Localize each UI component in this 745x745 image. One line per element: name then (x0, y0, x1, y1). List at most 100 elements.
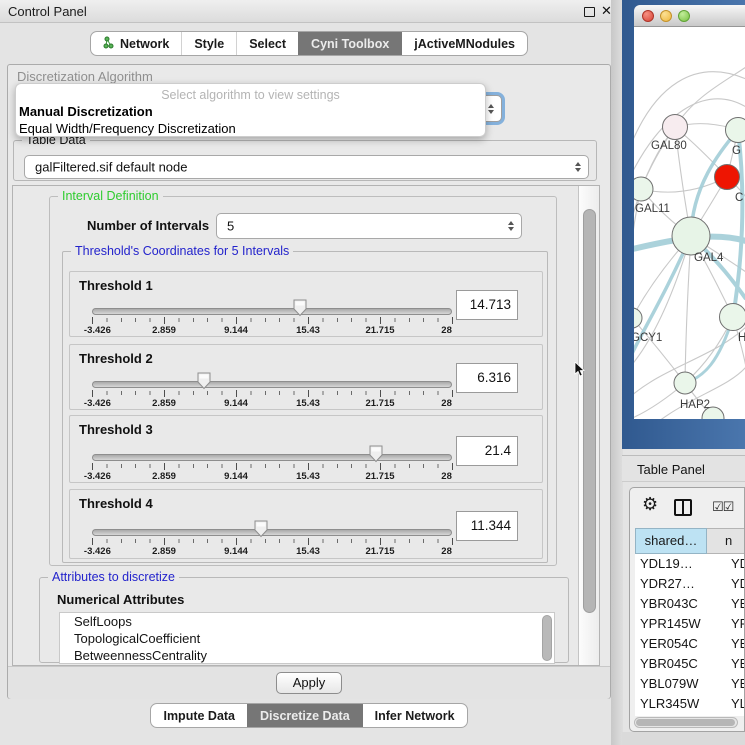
node-label: GAL80 (651, 140, 687, 152)
float-window-icon[interactable] (584, 7, 595, 17)
tick-label: 9.144 (224, 471, 248, 482)
slider-track[interactable] (92, 308, 452, 315)
table-row[interactable]: YBL079WYBL0 (635, 674, 745, 694)
network-graph: GAL80 G C GAL11 GAL4 GCY1 H HAP2 (634, 27, 745, 419)
node-label: GAL4 (694, 252, 724, 264)
threshold-1-slider[interactable]: -3.426 2.859 9.144 15.43 21.715 28 (92, 302, 452, 336)
settings-scrollpane: Interval Definition Number of Intervals … (12, 185, 600, 666)
table-hscrollbar-track[interactable] (634, 717, 738, 728)
tick (308, 317, 309, 324)
table-row[interactable]: YPR145WYPR1 (635, 614, 745, 634)
combobox-arrows-icon (488, 104, 494, 114)
list-item[interactable]: TopologicalCoefficient (60, 630, 554, 647)
table-row[interactable]: YIL052CYIL0 (635, 714, 745, 716)
tick-label: 28 (441, 546, 452, 557)
checkbox-columns-icon[interactable]: ☑☑ (712, 499, 733, 515)
slider-thumb[interactable] (254, 520, 268, 538)
apply-button[interactable]: Apply (276, 672, 342, 694)
tab-discretize-data[interactable]: Discretize Data (247, 704, 362, 727)
cell: YBR0 (707, 594, 745, 614)
tab-select[interactable]: Select (236, 32, 298, 55)
bottom-tab-group: Impute Data Discretize Data Infer Networ… (150, 703, 467, 728)
network-window-titlebar[interactable] (634, 5, 745, 27)
gear-icon[interactable]: ⚙ (642, 495, 658, 513)
slider-track[interactable] (92, 529, 452, 536)
node-gal80[interactable] (663, 115, 688, 140)
threshold-2-value-field[interactable]: 6.316 (456, 363, 518, 393)
threshold-4-slider[interactable]: -3.426 2.859 9.144 15.43 21.715 28 (92, 523, 452, 557)
settings-scrollbar-track[interactable] (578, 186, 600, 665)
node-hap2[interactable] (674, 372, 696, 394)
tick-label: 28 (441, 325, 452, 336)
cell: YBR045C (635, 654, 707, 674)
network-canvas[interactable]: GAL80 G C GAL11 GAL4 GCY1 H HAP2 (634, 27, 745, 419)
tab-infer-network[interactable]: Infer Network (362, 704, 467, 727)
node-gal4[interactable] (672, 217, 710, 255)
column-header-shared-name[interactable]: shared… (635, 528, 707, 554)
cell: YBL079W (635, 674, 707, 694)
number-of-intervals-value: 5 (227, 219, 234, 234)
tab-jactivemnodules[interactable]: jActiveMNodules (401, 32, 527, 55)
split-columns-icon[interactable] (674, 499, 692, 516)
threshold-3-value-field[interactable]: 21.4 (456, 436, 518, 466)
interval-definition-section-label: Interval Definition (58, 189, 163, 203)
settings-scrollbar-thumb[interactable] (583, 209, 596, 613)
popup-option-equal-width-frequency[interactable]: Equal Width/Frequency Discretization (19, 121, 236, 136)
list-item[interactable]: BetweennessCentrality (60, 647, 554, 664)
tick (380, 317, 381, 324)
threshold-2-slider[interactable]: -3.426 2.859 9.144 15.43 21.715 28 (92, 375, 452, 409)
minimize-traffic-light-icon[interactable] (660, 10, 672, 22)
tick-label: 9.144 (224, 325, 248, 336)
slider-thumb[interactable] (293, 299, 307, 317)
table-row[interactable]: YLR345WYLR3 (635, 694, 745, 714)
table-row[interactable]: YDR27…YDR2 (635, 574, 745, 594)
list-scrollbar[interactable] (542, 615, 552, 661)
popup-option-manual-discretization[interactable]: Manual Discretization (19, 104, 153, 119)
table-panel-header: Table Panel (622, 455, 745, 482)
table-data-combobox[interactable]: galFiltered.sif default node (24, 155, 589, 179)
tab-cyni-toolbox-label: Cyni Toolbox (311, 37, 389, 51)
network-icon (103, 36, 115, 52)
table-row[interactable]: YER054CYER0 (635, 634, 745, 654)
tick (452, 538, 453, 545)
node-gcy1[interactable] (634, 308, 642, 328)
slider-thumb[interactable] (197, 372, 211, 390)
table-row[interactable]: YBR045CYBR0 (635, 654, 745, 674)
tab-network[interactable]: Network (91, 32, 181, 55)
algorithm-dropdown-popup: Select algorithm to view settings Manual… (15, 83, 486, 137)
number-of-intervals-combobox[interactable]: 5 (216, 213, 522, 239)
slider-track[interactable] (92, 381, 452, 388)
threshold-1-value-field[interactable]: 14.713 (456, 290, 518, 320)
tab-cyni-toolbox[interactable]: Cyni Toolbox (298, 32, 401, 55)
cell: YDR27… (635, 574, 707, 594)
tick-label: -3.426 (84, 398, 111, 409)
column-header-name[interactable]: n (707, 528, 745, 554)
node-red-selected[interactable] (715, 165, 740, 190)
threshold-4-value-field[interactable]: 11.344 (456, 511, 518, 541)
slider-thumb[interactable] (369, 445, 383, 463)
table-row[interactable]: YBR043CYBR0 (635, 594, 745, 614)
numerical-attributes-label: Numerical Attributes (57, 592, 184, 607)
tick (308, 390, 309, 397)
close-traffic-light-icon[interactable] (642, 10, 654, 22)
tab-style[interactable]: Style (181, 32, 236, 55)
table-row[interactable]: YDL19…YDL1 (635, 554, 745, 574)
table-hscrollbar-thumb[interactable] (636, 719, 735, 726)
tick (308, 538, 309, 545)
tick (164, 317, 165, 324)
slider-track[interactable] (92, 454, 452, 461)
zoom-traffic-light-icon[interactable] (678, 10, 690, 22)
cell: YER054C (635, 634, 707, 654)
cell: YDL19… (635, 554, 707, 574)
tick (380, 538, 381, 545)
tick-label: 2.859 (152, 398, 176, 409)
node-g[interactable] (726, 118, 745, 143)
list-item[interactable]: SelfLoops (60, 613, 554, 630)
table-panel-title: Table Panel (637, 462, 705, 477)
node-h[interactable] (720, 304, 745, 331)
tab-impute-data[interactable]: Impute Data (151, 704, 247, 727)
thresholds-section: Threshold's Coordinates for 5 Intervals … (62, 251, 548, 563)
threshold-3-slider[interactable]: -3.426 2.859 9.144 15.43 21.715 28 (92, 448, 452, 482)
node-gal11[interactable] (634, 177, 653, 201)
combobox-arrows-icon (508, 221, 514, 231)
